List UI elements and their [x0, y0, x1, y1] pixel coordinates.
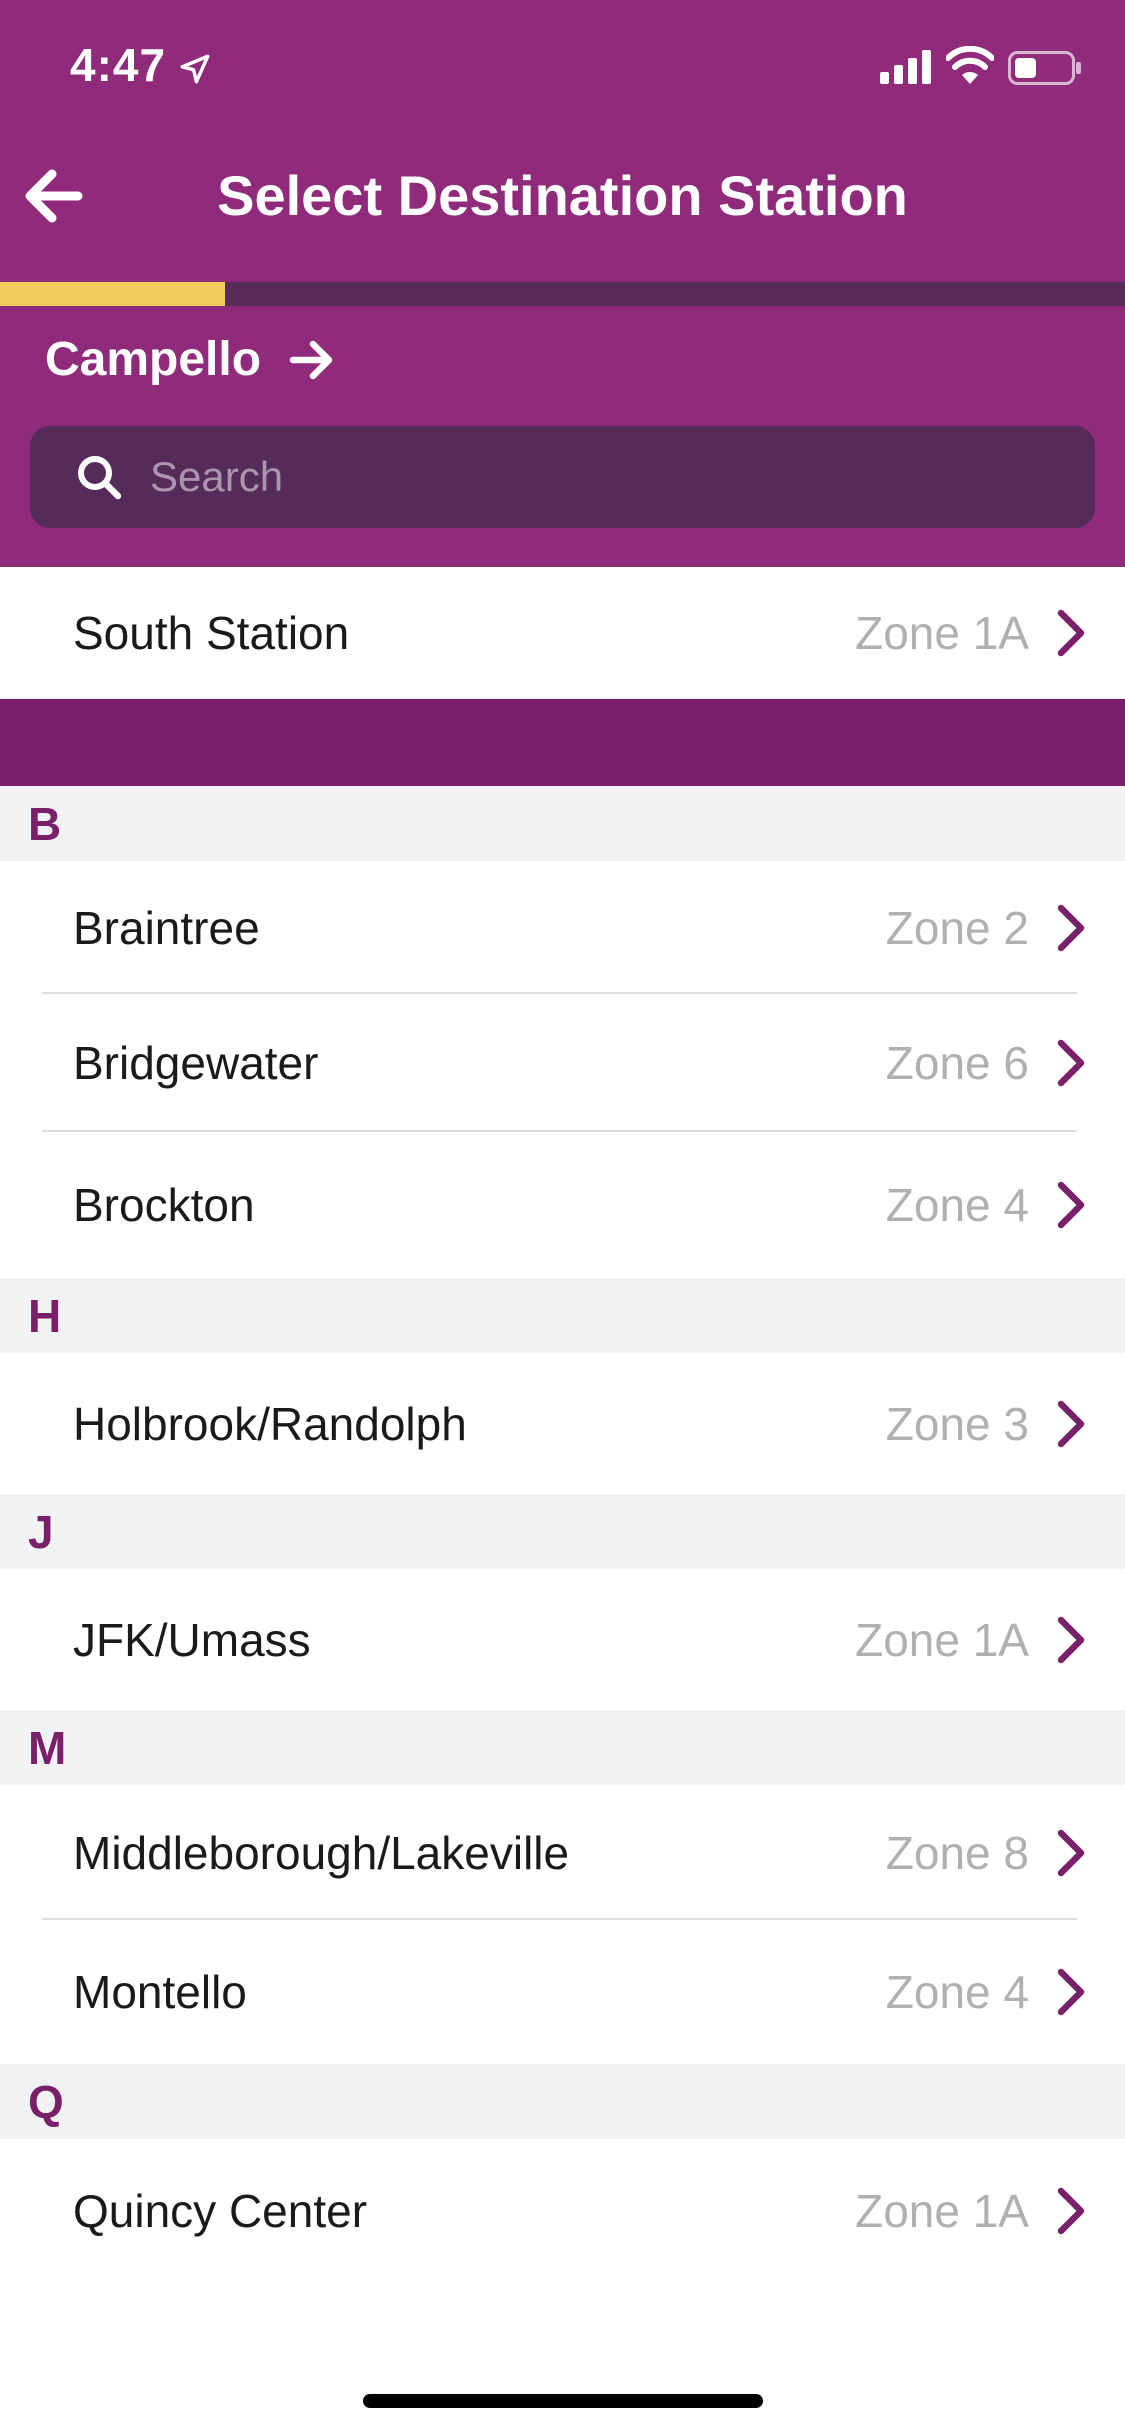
station-name: Brockton	[73, 1179, 255, 1231]
station-zone: Zone 3	[885, 1397, 1029, 1450]
wifi-icon	[946, 46, 994, 84]
location-arrow-icon	[180, 54, 210, 84]
origin-station: Campello	[45, 332, 337, 387]
station-zone: Zone 6	[885, 1037, 1029, 1089]
station-name: South Station	[73, 607, 350, 659]
section-letter: M	[28, 1721, 67, 1774]
station-name: Montello	[73, 1966, 247, 2018]
station-zone: Zone 1A	[855, 1613, 1029, 1666]
signal-icon	[880, 50, 931, 84]
station-zone: Zone 8	[885, 1826, 1029, 1879]
station-row[interactable]: Montello Zone 4	[0, 1920, 1125, 2064]
station-row[interactable]: Holbrook/Randolph Zone 3	[0, 1353, 1125, 1494]
section-letter: Q	[28, 2075, 64, 2128]
status-bar: 4:47	[0, 0, 1125, 140]
station-zone: Zone 1A	[855, 607, 1029, 659]
arrow-right-icon	[289, 340, 333, 379]
featured-station-row[interactable]: South Station Zone 1A	[0, 567, 1125, 700]
search-icon	[78, 456, 122, 500]
station-zone: Zone 4	[885, 1179, 1029, 1231]
station-name: Holbrook/Randolph	[73, 1397, 467, 1450]
station-row[interactable]: Braintree Zone 2	[0, 861, 1125, 994]
search-bar[interactable]	[30, 426, 1095, 528]
station-zone: Zone 4	[885, 1966, 1029, 2018]
chevron-right-icon	[1057, 609, 1085, 657]
station-row[interactable]: Bridgewater Zone 6	[0, 994, 1125, 1132]
chevron-right-icon	[1057, 2187, 1085, 2235]
battery-icon	[1008, 51, 1081, 85]
station-name: Bridgewater	[73, 1037, 319, 1089]
search-input[interactable]	[148, 436, 1095, 518]
home-indicator	[363, 2394, 763, 2408]
station-row[interactable]: Middleborough/Lakeville Zone 8	[0, 1785, 1125, 1920]
chevron-right-icon	[1057, 904, 1085, 951]
origin-station-label: Campello	[45, 333, 262, 386]
page-title: Select Destination Station	[217, 164, 908, 227]
station-row[interactable]: JFK/Umass Zone 1A	[0, 1569, 1125, 1710]
station-zone: Zone 2	[885, 901, 1029, 954]
station-zone: Zone 1A	[855, 2185, 1029, 2237]
progress-fill	[0, 282, 225, 306]
section-header: J	[0, 1494, 1125, 1569]
section-header: B	[0, 786, 1125, 861]
header: 4:47 Select Destination Station Campello	[0, 0, 1125, 567]
station-name: JFK/Umass	[73, 1613, 311, 1666]
chevron-right-icon	[1057, 1829, 1085, 1876]
station-row[interactable]: Quincy Center Zone 1A	[0, 2139, 1125, 2283]
status-time: 4:47	[70, 39, 167, 91]
station-name: Middleborough/Lakeville	[73, 1826, 570, 1879]
section-letter: H	[28, 1289, 62, 1342]
chevron-right-icon	[1057, 1968, 1085, 2016]
section-header: M	[0, 1710, 1125, 1785]
station-name: Braintree	[73, 901, 260, 954]
section-letter: J	[28, 1505, 54, 1558]
section-header: H	[0, 1278, 1125, 1353]
station-name: Quincy Center	[73, 2185, 368, 2237]
station-row[interactable]: Brockton Zone 4	[0, 1132, 1125, 1278]
chevron-right-icon	[1057, 1181, 1085, 1229]
featured-separator-bar	[0, 699, 1125, 786]
chevron-right-icon	[1057, 1616, 1085, 1663]
section-letter: B	[28, 797, 62, 850]
progress-bar	[0, 282, 1125, 306]
section-header: Q	[0, 2064, 1125, 2139]
chevron-right-icon	[1057, 1400, 1085, 1447]
chevron-right-icon	[1057, 1039, 1085, 1087]
